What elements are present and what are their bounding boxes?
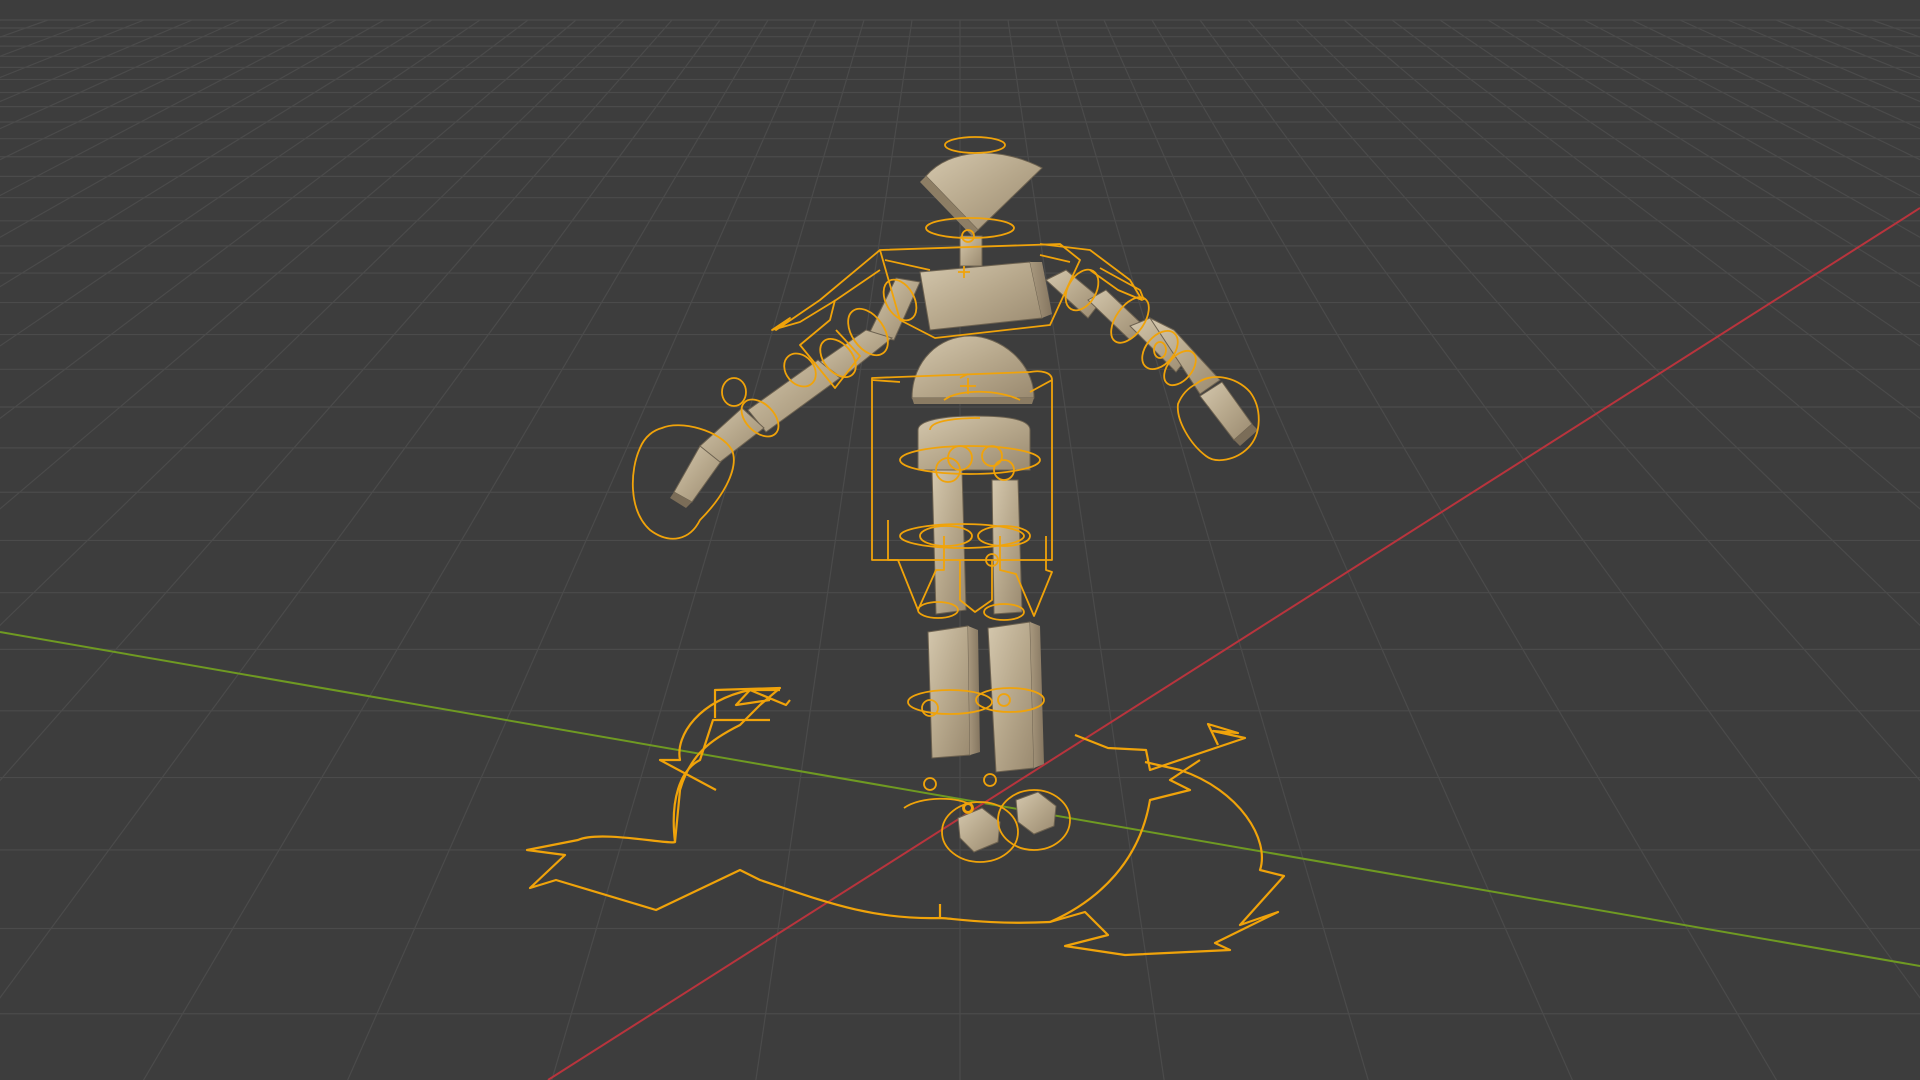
grid-line <box>0 19 673 782</box>
chest <box>919 261 1052 331</box>
grid-line <box>1295 19 1920 627</box>
left-forearm <box>747 359 841 433</box>
grid-line <box>1247 19 1920 782</box>
grid-line <box>1439 19 1920 347</box>
viewport-canvas[interactable] <box>0 0 1920 1080</box>
head-control-icon[interactable] <box>944 136 1006 154</box>
grid-line <box>0 19 529 420</box>
grid-line <box>1871 19 1920 38</box>
grid-line <box>551 19 865 1080</box>
root-control-icon[interactable] <box>525 686 1286 957</box>
grid-line <box>142 19 769 1080</box>
grid-line <box>1343 19 1920 510</box>
grid-line <box>0 19 433 288</box>
belly <box>911 335 1035 404</box>
x-axis-line <box>547 207 1920 1080</box>
grid-line <box>1199 19 1920 999</box>
grid-line <box>1535 19 1920 238</box>
right-thigh <box>991 479 1023 615</box>
grid-line <box>1727 19 1920 103</box>
foot-pivot <box>963 803 973 813</box>
grid-line <box>1583 19 1920 197</box>
grid-line <box>0 19 193 103</box>
3d-viewport[interactable] <box>0 0 1920 1080</box>
grid-line <box>1103 19 1573 1080</box>
grid-line <box>1487 19 1920 288</box>
grid-line <box>0 19 385 238</box>
grid-line <box>0 19 49 38</box>
grid-line <box>0 19 337 197</box>
head <box>920 152 1043 236</box>
grid-line <box>1775 19 1920 79</box>
grid-line <box>0 19 625 627</box>
grid-line <box>0 19 97 57</box>
right-shin <box>987 621 1044 773</box>
grid-line <box>347 19 817 1080</box>
grid-line <box>0 19 145 79</box>
grid-line <box>1007 19 1165 1080</box>
right-foot <box>1015 791 1057 835</box>
left-upper-arm <box>819 277 921 379</box>
grid-line <box>1055 19 1369 1080</box>
grid-line <box>1823 19 1920 57</box>
grid-line <box>0 19 481 347</box>
grid-line <box>0 19 721 999</box>
grid-line <box>0 19 577 510</box>
